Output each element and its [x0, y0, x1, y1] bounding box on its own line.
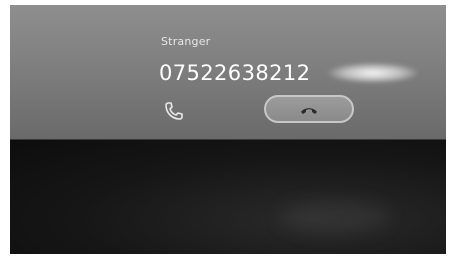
- end-call-icon: [301, 108, 317, 114]
- phone-icon[interactable]: [163, 100, 185, 122]
- background-blur: [280, 200, 390, 234]
- background-area: [10, 140, 446, 254]
- phone-number: 07522638212: [159, 61, 311, 85]
- photo-frame: Stranger 07522638212: [0, 0, 457, 259]
- end-call-button[interactable]: [264, 95, 354, 123]
- screen-glare: [328, 63, 418, 83]
- phone-screen: Stranger 07522638212: [10, 5, 446, 254]
- caller-label: Stranger: [161, 35, 211, 48]
- incoming-call-card: Stranger 07522638212: [10, 5, 446, 140]
